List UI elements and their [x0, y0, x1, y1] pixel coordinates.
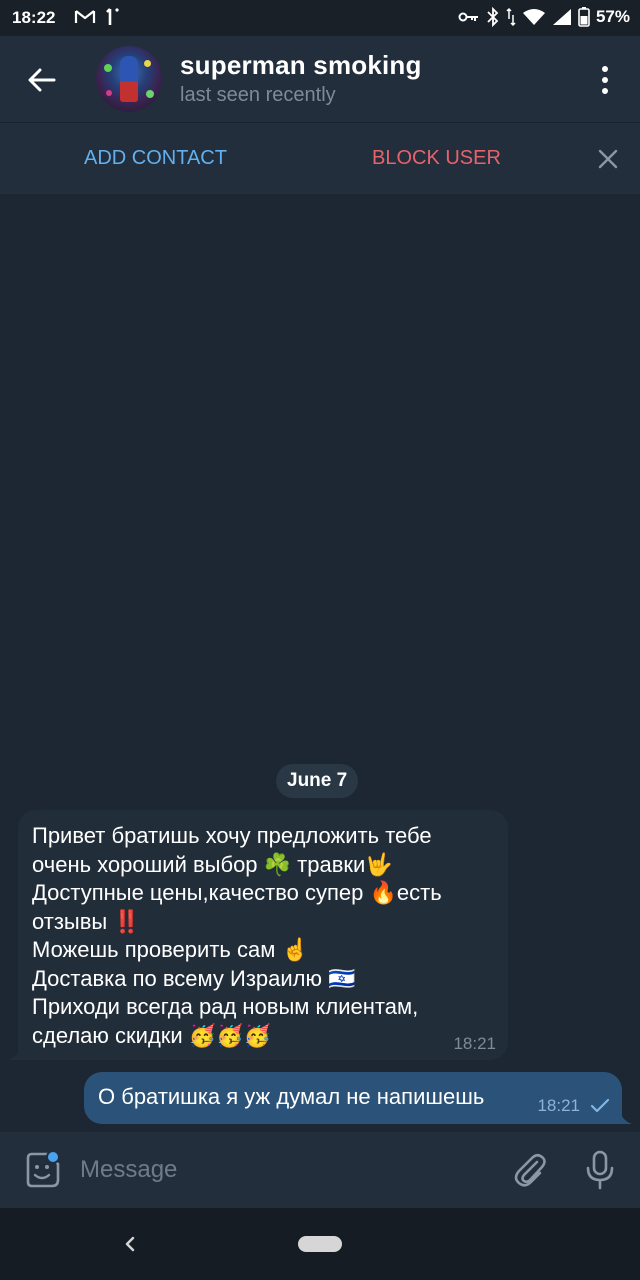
message-line: Привет братишь хочу предложить тебе — [32, 823, 432, 848]
new-stickers-badge — [46, 1150, 60, 1164]
microphone-icon — [586, 1150, 614, 1190]
contact-name[interactable]: superman smoking — [180, 50, 422, 81]
outgoing-message-text: О братишка я уж думал не напишешь — [98, 1084, 485, 1109]
dismiss-action-bar-button[interactable] — [594, 145, 622, 173]
status-bar: 18:22 57% — [0, 0, 640, 36]
system-nav-bar — [0, 1208, 640, 1280]
incoming-message[interactable]: Привет братишь хочу предложить тебе очен… — [8, 810, 508, 1060]
system-back-button[interactable] — [118, 1232, 142, 1256]
bluetooth-icon — [487, 7, 499, 27]
message-composer — [0, 1132, 640, 1208]
sent-check-icon — [590, 1098, 610, 1113]
message-line: сделаю скидки 🥳🥳🥳 — [32, 1022, 271, 1048]
back-button[interactable] — [20, 58, 64, 102]
contact-action-bar: ADD CONTACT BLOCK USER — [0, 122, 640, 194]
bubble-tail — [8, 1040, 28, 1060]
message-line: отзывы ‼️ — [32, 908, 141, 934]
paperclip-icon — [514, 1153, 546, 1187]
message-line: Доставка по всему Израилю 🇮🇱 — [32, 965, 356, 991]
block-user-button[interactable]: BLOCK USER — [372, 147, 501, 170]
message-line: Приходи всегда рад новым клиентам, — [32, 994, 419, 1019]
telegram-chat-screen: 18:22 57% superman smoking last seen rec… — [0, 0, 640, 1280]
gmail-icon — [74, 10, 96, 23]
contact-avatar[interactable] — [96, 46, 162, 112]
message-line: Доступные цены,качество супер 🔥есть — [32, 880, 442, 905]
message-time: 18:21 — [453, 1034, 496, 1053]
dot-icon — [602, 66, 608, 72]
message-time: 18:21 — [537, 1096, 580, 1115]
message-list[interactable]: June 7 Привет братишь хочу предложить те… — [0, 194, 640, 1132]
notification-icon — [106, 8, 119, 25]
dot-icon — [602, 77, 608, 83]
attach-button[interactable] — [510, 1150, 550, 1190]
message-line: очень хороший выбор ☘️ травки🤟 — [32, 851, 393, 877]
dot-icon — [602, 88, 608, 94]
add-contact-button[interactable]: ADD CONTACT — [84, 147, 227, 170]
system-home-button[interactable] — [298, 1236, 342, 1252]
data-arrows-icon — [506, 7, 516, 27]
contact-status: last seen recently — [180, 84, 336, 106]
incoming-message-text: Привет братишь хочу предложить тебе очен… — [32, 822, 502, 1050]
chevron-left-icon — [125, 1236, 135, 1252]
status-time: 18:22 — [12, 8, 56, 27]
message-line: Можешь проверить сам ☝️ — [32, 937, 309, 962]
battery-icon — [578, 7, 590, 27]
outgoing-message[interactable]: О братишка я уж думал не напишешь 18:21 — [84, 1072, 632, 1124]
voice-message-button[interactable] — [582, 1148, 618, 1192]
message-input[interactable] — [80, 1152, 480, 1188]
signal-icon — [552, 9, 571, 25]
close-icon — [598, 149, 618, 169]
more-options-button[interactable] — [590, 60, 620, 100]
bubble-tail — [612, 1104, 632, 1124]
wifi-icon — [522, 9, 545, 25]
battery-percent: 57% — [595, 7, 630, 26]
chat-header: superman smoking last seen recently — [0, 36, 640, 122]
arrow-left-icon — [28, 68, 56, 92]
date-separator: June 7 — [276, 764, 359, 798]
vpn-key-icon — [458, 12, 478, 22]
